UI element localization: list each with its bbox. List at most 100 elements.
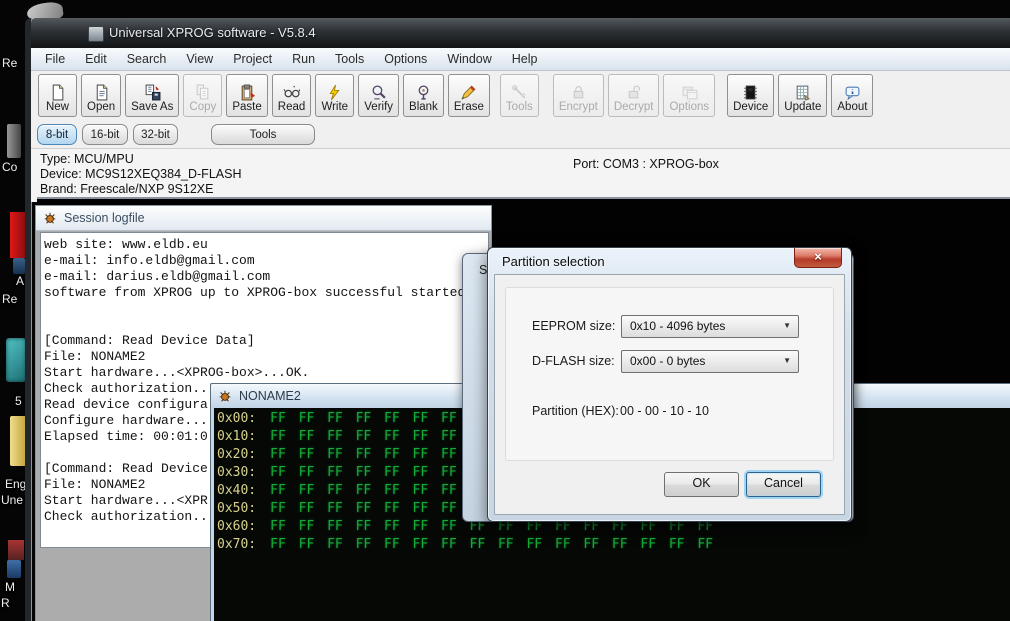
write-lightning-icon xyxy=(329,84,340,101)
new-page-icon xyxy=(52,84,64,101)
hex-row: 0x70: FF FF FF FF FF FF FF FF FF FF FF FF… xyxy=(217,537,713,552)
write-button[interactable]: Write xyxy=(315,74,355,117)
tools-button[interactable]: Tools xyxy=(499,74,539,117)
menu-file[interactable]: File xyxy=(35,50,75,68)
desktop-icon-label: Re xyxy=(2,292,18,306)
read-button[interactable]: Read xyxy=(271,74,312,117)
new-button[interactable]: New xyxy=(38,74,77,117)
menu-tools[interactable]: Tools xyxy=(325,50,374,68)
session-log-icon xyxy=(44,212,56,224)
desktop-icon-label: M xyxy=(5,580,15,594)
device-type-text: Type: MCU/MPU xyxy=(40,152,134,166)
desktop-icon-label: Une xyxy=(1,493,24,507)
partition-group-box: EEPROM size: 0x10 - 4096 bytes ▼ D-FLASH… xyxy=(505,287,834,461)
device-button[interactable]: Device xyxy=(727,74,775,117)
options-windows-icon xyxy=(682,86,698,100)
about-info-icon xyxy=(845,86,860,101)
log-line: e-mail: info.eldb@gmail.com xyxy=(44,253,255,268)
desktop-icon-label: 5 xyxy=(15,394,22,408)
menu-view[interactable]: View xyxy=(176,50,223,68)
save-as-button[interactable]: Save As xyxy=(125,74,180,117)
eeprom-size-label: EEPROM size: xyxy=(532,319,616,333)
device-chip-icon xyxy=(744,85,758,100)
dialog-title: Partition selection xyxy=(502,254,605,269)
dflash-size-label: D-FLASH size: xyxy=(532,354,615,368)
menu-run[interactable]: Run xyxy=(282,50,325,68)
read-glasses-icon xyxy=(283,85,301,98)
noname2-window-icon xyxy=(219,390,231,402)
eeprom-size-dropdown[interactable]: 0x10 - 4096 bytes ▼ xyxy=(621,315,799,338)
teal-app-icon[interactable] xyxy=(6,338,26,382)
port-text: Port: COM3 : XPROG-box xyxy=(573,157,719,171)
tab-8bit[interactable]: 8-bit xyxy=(37,124,77,145)
erase-pencil-icon xyxy=(461,85,476,100)
menu-project[interactable]: Project xyxy=(223,50,282,68)
update-button[interactable]: Update xyxy=(778,74,828,117)
paste-icon xyxy=(241,84,255,101)
log-line: e-mail: darius.eldb@gmail.com xyxy=(44,269,271,284)
erase-button[interactable]: Erase xyxy=(447,74,490,117)
tab-tools[interactable]: Tools xyxy=(211,124,315,145)
adobe-reader-icon[interactable] xyxy=(10,212,25,258)
blank-button[interactable]: Blank xyxy=(403,74,444,117)
tools-wrench-icon xyxy=(511,85,526,99)
desktop-icon-label: A xyxy=(16,274,25,288)
device-name-text: Device: MC9S12XEQ384_D-FLASH xyxy=(40,167,242,181)
log-line: web site: www.eldb.eu xyxy=(44,237,208,252)
paste-button[interactable]: Paste xyxy=(226,74,268,117)
menu-help[interactable]: Help xyxy=(502,50,548,68)
menu-bar: File Edit Search View Project Run Tools … xyxy=(31,48,1010,71)
session-log-title: Session logfile xyxy=(64,211,145,225)
tab-16bit[interactable]: 16-bit xyxy=(82,124,128,145)
lock-closed-icon xyxy=(573,86,584,99)
tab-32bit[interactable]: 32-bit xyxy=(133,124,178,145)
desktop-icon-label: R xyxy=(1,596,10,610)
desktop-icon-label: Co xyxy=(2,160,18,174)
app-icon[interactable] xyxy=(8,540,24,560)
blank-check-magnifier-icon xyxy=(418,85,429,100)
log-line: software from XPROG up to XPROG-box succ… xyxy=(44,285,466,300)
eeprom-size-value: 0x10 - 4096 bytes xyxy=(630,319,726,333)
menu-options[interactable]: Options xyxy=(374,50,437,68)
menu-search[interactable]: Search xyxy=(117,50,177,68)
dflash-size-value: 0x00 - 0 bytes xyxy=(630,354,706,368)
close-button[interactable]: × xyxy=(794,248,842,268)
log-line: File: NONAME2 xyxy=(44,349,146,364)
dialog-body: EEPROM size: 0x10 - 4096 bytes ▼ D-FLASH… xyxy=(494,274,845,515)
app-window-icon xyxy=(88,26,104,42)
chevron-down-icon: ▼ xyxy=(783,356,791,365)
title-bar[interactable]: Universal XPROG software - V5.8.4 xyxy=(31,18,1010,48)
open-button[interactable]: Open xyxy=(81,74,122,117)
decrypt-button[interactable]: Decrypt xyxy=(607,74,660,117)
about-button[interactable]: About xyxy=(831,74,874,117)
desktop-icon-label: Eng xyxy=(5,477,27,491)
options-button[interactable]: Options xyxy=(663,74,716,117)
verify-button[interactable]: Verify xyxy=(358,74,400,117)
computer-icon[interactable] xyxy=(7,124,21,158)
save-as-icon xyxy=(145,84,161,101)
window-title: Universal XPROG software - V5.8.4 xyxy=(109,25,316,40)
tab-bar: 8-bit 16-bit 32-bit Tools xyxy=(31,121,1010,149)
session-log-titlebar[interactable]: Session logfile xyxy=(36,206,491,231)
verify-magnifier-icon xyxy=(372,85,386,100)
encrypt-button[interactable]: Encrypt xyxy=(552,74,604,117)
menu-edit[interactable]: Edit xyxy=(75,50,117,68)
toolbar: New Open Save As Copy Paste Read Write V… xyxy=(31,71,1010,121)
open-file-icon xyxy=(96,84,107,101)
chevron-down-icon: ▼ xyxy=(783,321,791,330)
folder-icon[interactable] xyxy=(10,416,26,466)
device-brand-text: Brand: Freescale/NXP 9S12XE xyxy=(40,182,214,196)
menu-window[interactable]: Window xyxy=(437,50,501,68)
copy-button[interactable]: Copy xyxy=(183,74,223,117)
desktop: Re Co A Re 5 Eng Une M R Universal XPROG… xyxy=(0,0,1010,621)
update-grid-icon xyxy=(796,85,811,101)
ok-button[interactable]: OK xyxy=(664,472,739,497)
log-line: [Command: Read Device Data] xyxy=(44,333,255,348)
cancel-button[interactable]: Cancel xyxy=(746,472,821,497)
copy-icon xyxy=(197,84,209,100)
partition-hex-label: Partition (HEX): xyxy=(532,404,619,418)
desktop-icon-label: Re xyxy=(2,56,18,70)
dflash-size-dropdown[interactable]: 0x00 - 0 bytes ▼ xyxy=(621,350,799,373)
app-badge-icon xyxy=(13,258,25,274)
device-info-panel: Type: MCU/MPU Device: MC9S12XEQ384_D-FLA… xyxy=(31,149,1010,202)
